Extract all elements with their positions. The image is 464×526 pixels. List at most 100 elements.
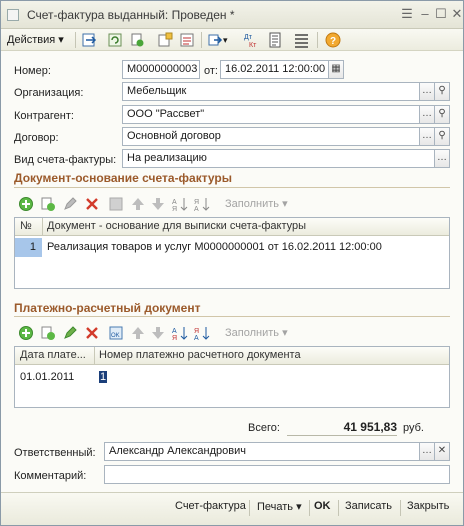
payment-grid-toolbar: OK АЯ ЯА Заполнить ▾ (14, 323, 450, 343)
add-row-icon[interactable] (18, 196, 34, 212)
chevron-down-icon[interactable]: ▾ (223, 32, 233, 48)
debit-credit-icon[interactable]: Дт Кт (243, 32, 260, 48)
journal-icon[interactable] (179, 32, 196, 48)
select-button[interactable]: … (434, 149, 450, 168)
svg-text:Дт: Дт (244, 34, 253, 41)
comment-label: Комментарий: (14, 470, 87, 482)
end-edit-icon[interactable]: OK (108, 325, 124, 341)
svg-text:А: А (172, 199, 177, 206)
section-divider (14, 316, 450, 317)
chevron-down-icon: ▾ (58, 34, 64, 46)
counterparty-field[interactable]: ООО "Рассвет" (122, 105, 420, 124)
svg-text:Я: Я (194, 328, 199, 335)
add-row-icon[interactable] (18, 325, 34, 341)
close-button[interactable]: Закрыть (407, 500, 449, 512)
invoice-print-button[interactable]: Счет-фактура (175, 500, 246, 512)
invoice-kind-field[interactable]: На реализацию (122, 149, 435, 168)
edit-icon[interactable] (62, 325, 78, 341)
select-button[interactable]: … (419, 442, 435, 461)
invoice-window: Счет-фактура выданный: Проведен * ☰ – ☐ … (0, 0, 464, 526)
number-field[interactable]: M0000000003 (122, 60, 200, 79)
print-label: Печать (257, 501, 294, 513)
total-value: 41 951,83 (287, 420, 397, 436)
delete-icon[interactable] (84, 325, 100, 341)
calendar-icon[interactable]: ▦ (328, 60, 344, 79)
number-label: Номер: (14, 65, 51, 77)
move-up-icon[interactable] (130, 196, 146, 212)
save-button[interactable]: Записать (345, 500, 392, 512)
basis-grid-toolbar: АЯ ЯА Заполнить ▾ (14, 194, 450, 214)
move-down-icon[interactable] (150, 196, 166, 212)
menu-icon[interactable]: ☰ (399, 7, 415, 21)
structure-icon[interactable] (157, 32, 174, 48)
column-payment-date[interactable]: Дата плате... (20, 349, 92, 361)
sort-asc-icon[interactable]: АЯ (172, 325, 188, 341)
fill-button[interactable]: Заполнить ▾ (225, 197, 288, 210)
print-form-icon[interactable] (267, 32, 284, 48)
payment-section-title: Платежно-расчетный документ (14, 301, 201, 315)
toolbar-separator (201, 32, 202, 48)
toolbar-separator (75, 32, 76, 48)
responsible-field[interactable]: Александр Александрович (104, 442, 420, 461)
delete-icon[interactable] (84, 196, 100, 212)
comment-field[interactable] (104, 465, 450, 484)
basis-section-title: Документ-основание счета-фактуры (14, 171, 233, 185)
move-down-icon[interactable] (150, 325, 166, 341)
organization-field[interactable]: Мебельщик (122, 82, 420, 101)
column-document[interactable]: Документ - основание для выписки счета-ф… (47, 220, 306, 232)
date-field[interactable]: 16.02.2011 12:00:00 (220, 60, 329, 79)
responsible-label: Ответственный: (14, 447, 96, 459)
move-up-icon[interactable] (130, 325, 146, 341)
footer-separator (309, 500, 310, 516)
copy-icon[interactable] (129, 32, 146, 48)
list-icon[interactable] (293, 32, 310, 48)
help-icon[interactable]: ? (325, 32, 342, 48)
row-payment-number[interactable]: 1 (99, 371, 108, 383)
title-bar: Счет-фактура выданный: Проведен * ☰ – ☐ … (1, 1, 463, 29)
minimize-icon[interactable]: – (417, 7, 433, 21)
sort-desc-icon[interactable]: ЯА (194, 325, 210, 341)
edit-icon[interactable] (62, 196, 78, 212)
copy-row-icon[interactable] (40, 325, 56, 341)
table-row[interactable]: 01.01.2011 1 (15, 368, 449, 387)
window-title: Счет-фактура выданный: Проведен * (27, 8, 235, 22)
actions-menu[interactable]: Действия ▾ (7, 33, 64, 46)
footer-separator (249, 500, 250, 516)
chevron-down-icon: ▾ (282, 327, 288, 339)
end-edit-icon[interactable] (108, 196, 124, 212)
refresh-icon[interactable] (107, 32, 124, 48)
table-row[interactable]: 1 Реализация товаров и услуг M0000000001… (15, 238, 449, 257)
footer-separator (338, 500, 339, 516)
toolbar-separator (317, 32, 318, 48)
search-icon[interactable]: ⚲ (434, 127, 450, 146)
select-button[interactable]: … (419, 127, 435, 146)
svg-text:А: А (194, 335, 199, 341)
actions-label: Действия (7, 34, 56, 46)
chevron-down-icon: ▾ (282, 198, 288, 210)
basis-grid: № Документ - основание для выписки счета… (14, 217, 450, 289)
maximize-icon[interactable]: ☐ (433, 7, 449, 21)
print-menu-button[interactable]: Печать ▾ (257, 500, 302, 513)
column-separator (94, 347, 95, 365)
ok-button[interactable]: OK (314, 500, 331, 512)
counterparty-label: Контрагент: (14, 110, 74, 122)
column-payment-number[interactable]: Номер платежно расчетного документа (99, 349, 301, 361)
fill-button[interactable]: Заполнить ▾ (225, 326, 288, 339)
contract-field[interactable]: Основной договор (122, 127, 420, 146)
post-close-icon[interactable] (81, 32, 98, 48)
svg-text:А: А (172, 328, 177, 335)
total-currency: руб. (403, 422, 424, 434)
sort-asc-icon[interactable]: АЯ (172, 196, 188, 212)
column-number[interactable]: № (20, 220, 32, 232)
select-button[interactable]: … (419, 82, 435, 101)
search-icon[interactable]: ⚲ (434, 105, 450, 124)
close-icon[interactable]: ✕ (449, 7, 464, 21)
copy-row-icon[interactable] (40, 196, 56, 212)
goto-icon[interactable] (207, 32, 224, 48)
date-label: от: (204, 65, 218, 77)
search-icon[interactable]: ⚲ (434, 82, 450, 101)
contract-label: Договор: (14, 132, 59, 144)
clear-icon[interactable]: ✕ (434, 442, 450, 461)
select-button[interactable]: … (419, 105, 435, 124)
sort-desc-icon[interactable]: ЯА (194, 196, 210, 212)
